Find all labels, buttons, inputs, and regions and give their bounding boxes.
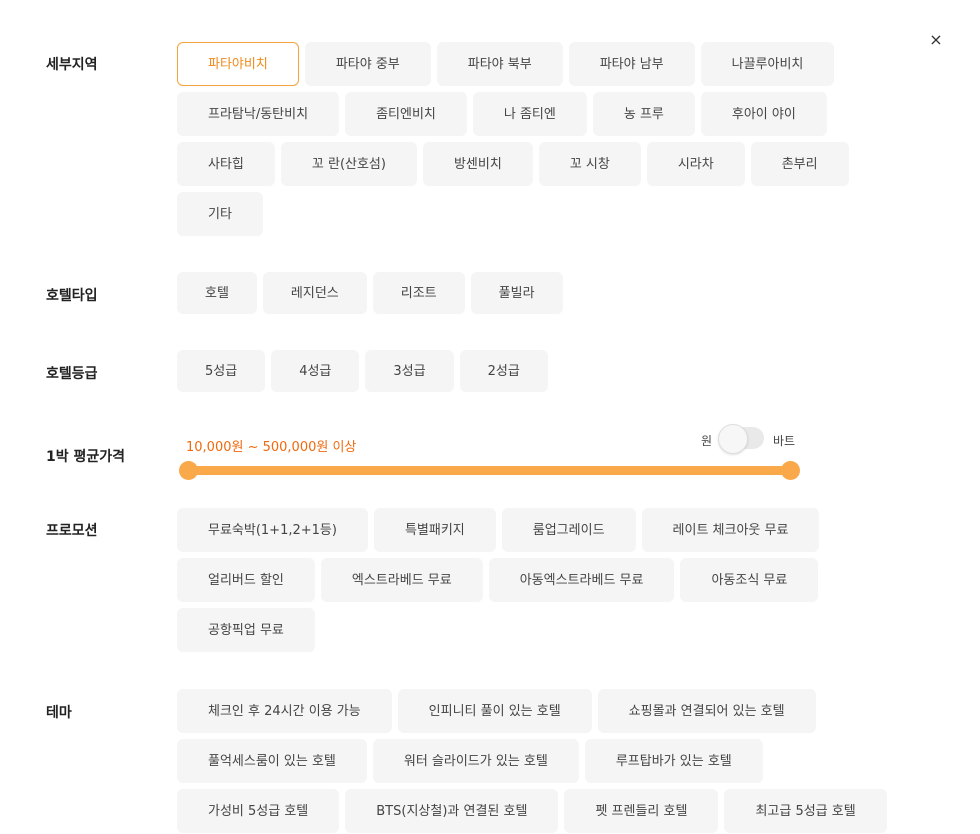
region-option-chip[interactable]: 방센비치: [422, 142, 533, 186]
promotion-option-chip[interactable]: 무료숙박(1+1,2+1등): [177, 508, 368, 552]
hotel-grade-option-chip[interactable]: 5성급: [177, 350, 266, 392]
currency-toggle[interactable]: [718, 424, 764, 454]
price-slider-track[interactable]: [188, 466, 790, 475]
theme-option-chip[interactable]: 가성비 5성급 호텔: [177, 789, 340, 833]
price-slider-min-handle[interactable]: [178, 461, 198, 480]
theme-label: 테마: [46, 705, 72, 721]
promotion-option-chip[interactable]: 레이트 체크아웃 무료: [641, 508, 820, 552]
region-option-chip[interactable]: 파타야 남부: [568, 42, 695, 86]
price-slider-max-handle[interactable]: [780, 461, 800, 480]
region-option-chip[interactable]: 꼬 시창: [538, 142, 641, 186]
promotion-option-chip[interactable]: 아동조식 무료: [680, 558, 819, 602]
region-option-chip[interactable]: 촌부리: [750, 142, 849, 186]
hotel-type-option-chip[interactable]: 풀빌라: [470, 272, 563, 314]
currency-baht-label: 바트: [773, 434, 796, 448]
hotel-grade-option-chip[interactable]: 4성급: [271, 350, 360, 392]
theme-option-chip[interactable]: 펫 프렌들리 호텔: [564, 789, 719, 833]
region-option-chip[interactable]: 파타야 북부: [436, 42, 563, 86]
hotel-type-options: 호텔 레지던스 리조트 풀빌라: [177, 272, 897, 314]
theme-option-chip[interactable]: 루프탑바가 있는 호텔: [584, 739, 763, 783]
region-option-chip[interactable]: 기타: [177, 192, 263, 236]
currency-toggle-knob[interactable]: [718, 424, 748, 454]
hotel-type-option-chip[interactable]: 레지던스: [262, 272, 367, 314]
theme-option-chip[interactable]: BTS(지상철)과 연결된 호텔: [345, 789, 559, 833]
hotel-type-label: 호텔타입: [46, 288, 98, 304]
promotion-option-chip[interactable]: 룸업그레이드: [501, 508, 636, 552]
promotion-option-chip[interactable]: 공항픽업 무료: [177, 608, 315, 652]
hotel-grade-label: 호텔등급: [46, 366, 98, 382]
promotion-option-chip[interactable]: 얼리버드 할인: [177, 558, 315, 602]
region-label: 세부지역: [46, 57, 98, 73]
promotion-options: 무료숙박(1+1,2+1등) 특별패키지 룸업그레이드 레이트 체크아웃 무료얼리버드…: [177, 508, 897, 652]
promotion-label: 프로모션: [46, 523, 98, 539]
theme-options: 체크인 후 24시간 이용 가능 인피니티 풀이 있는 호텔 쇼핑몰과 연결되어 있…: [177, 689, 897, 833]
region-options: 파타야비치 파타야 중부 파타야 북부 파타야 남부 나끌루아비치프라탐낙/동탄비치 좀티…: [177, 42, 897, 236]
hotel-grade-option-chip[interactable]: 3성급: [365, 350, 454, 392]
region-option-chip[interactable]: 좀티엔비치: [345, 92, 467, 136]
promotion-option-chip[interactable]: 아동엑스트라베드 무료: [488, 558, 675, 602]
hotel-type-option-chip[interactable]: 리조트: [372, 272, 465, 314]
theme-option-chip[interactable]: 쇼핑몰과 연결되어 있는 호텔: [597, 689, 816, 733]
hotel-grade-option-chip[interactable]: 2성급: [459, 350, 548, 392]
currency-won-label: 원: [701, 434, 713, 448]
region-option-chip[interactable]: 파타야비치: [177, 42, 299, 86]
price-range-text: 10,000원 ~ 500,000원 이상: [186, 440, 357, 455]
region-option-chip[interactable]: 나끌루아비치: [700, 42, 835, 86]
region-option-chip[interactable]: 프라탐낙/동탄비치: [177, 92, 340, 136]
theme-option-chip[interactable]: 풀억세스룸이 있는 호텔: [177, 739, 367, 783]
theme-option-chip[interactable]: 체크인 후 24시간 이용 가능: [177, 689, 392, 733]
region-option-chip[interactable]: 나 좀티엔: [472, 92, 587, 136]
promotion-option-chip[interactable]: 엑스트라베드 무료: [320, 558, 483, 602]
region-option-chip[interactable]: 꼬 란(산호섬): [280, 142, 417, 186]
price-label: 1박 평균가격: [46, 449, 126, 465]
close-icon[interactable]: ×: [926, 30, 946, 50]
region-option-chip[interactable]: 시라차: [646, 142, 745, 186]
region-option-chip[interactable]: 후아이 야이: [700, 92, 827, 136]
theme-option-chip[interactable]: 최고급 5성급 호텔: [724, 789, 887, 833]
hotel-grade-options: 5성급 4성급 3성급 2성급: [177, 350, 897, 392]
theme-option-chip[interactable]: 워터 슬라이드가 있는 호텔: [372, 739, 579, 783]
theme-option-chip[interactable]: 인피니티 풀이 있는 호텔: [397, 689, 592, 733]
region-option-chip[interactable]: 농 프루: [592, 92, 695, 136]
hotel-type-option-chip[interactable]: 호텔: [177, 272, 257, 314]
region-option-chip[interactable]: 파타야 중부: [304, 42, 431, 86]
promotion-option-chip[interactable]: 특별패키지: [373, 508, 496, 552]
region-option-chip[interactable]: 사타힙: [177, 142, 275, 186]
